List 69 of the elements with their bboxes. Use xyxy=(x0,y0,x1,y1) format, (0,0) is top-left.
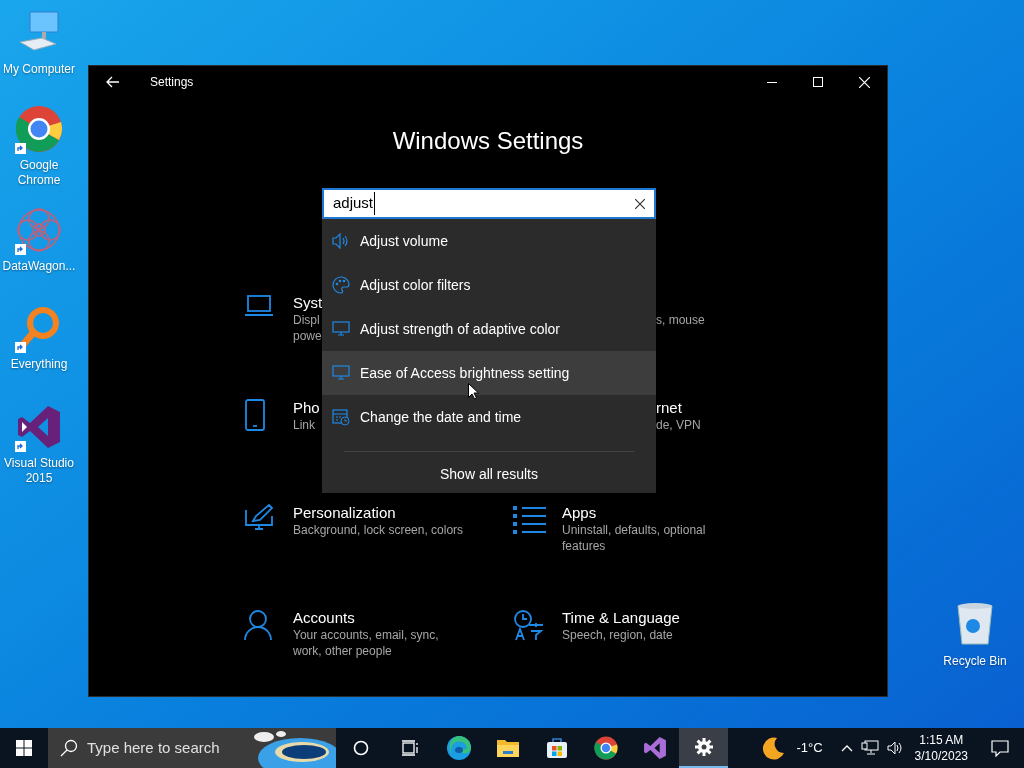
page-heading: Windows Settings xyxy=(392,126,584,156)
suggestion-item[interactable]: Adjust color filters xyxy=(322,263,656,307)
windows-logo-icon xyxy=(16,740,32,756)
window-title: Settings xyxy=(150,74,194,91)
weather-button[interactable]: -1°C xyxy=(754,728,831,768)
settings-icon xyxy=(693,737,714,757)
tile-title[interactable]: Personalization xyxy=(293,502,464,522)
tile-title[interactable]: rnet xyxy=(656,397,701,417)
back-arrow-icon xyxy=(106,76,120,88)
tile-description: Link xyxy=(293,417,316,433)
clock-button[interactable]: 1:15 AM 3/10/2023 xyxy=(906,732,976,764)
tile-title[interactable]: Accounts xyxy=(293,607,439,627)
tile-title[interactable]: Syst xyxy=(293,292,323,312)
palette-icon xyxy=(332,276,350,294)
moon-icon xyxy=(762,736,787,760)
tile-description: features xyxy=(562,538,607,554)
app-list-icon[interactable] xyxy=(513,504,547,534)
circle-icon xyxy=(352,740,369,756)
monitor-icon xyxy=(332,321,350,337)
recycle-bin-icon[interactable] xyxy=(955,602,995,646)
visual-studio-icon xyxy=(642,736,667,760)
minimize-icon xyxy=(767,81,777,83)
chevron-up-icon[interactable] xyxy=(840,744,853,752)
folder-icon xyxy=(495,738,520,758)
edge-icon xyxy=(445,735,472,761)
chrome-icon xyxy=(593,736,618,760)
search-placeholder: Type here to search xyxy=(87,737,220,758)
close-icon xyxy=(858,76,870,88)
clear-icon[interactable] xyxy=(635,198,645,209)
search-field[interactable]: adjust xyxy=(322,188,656,219)
calendar-icon xyxy=(332,408,350,426)
tile-title[interactable]: Pho xyxy=(293,397,320,417)
tile-description: powe xyxy=(293,328,323,344)
network-icon[interactable] xyxy=(860,740,879,756)
speaker-icon xyxy=(332,233,350,249)
paintbrush-icon[interactable] xyxy=(244,504,274,532)
tile-description: Uninstall, defaults, optional xyxy=(562,522,706,538)
suggestion-item[interactable]: Adjust volume xyxy=(322,219,656,263)
tile-description: de, VPN xyxy=(656,417,701,433)
laptop-icon[interactable] xyxy=(244,294,274,318)
monitor-icon xyxy=(332,365,350,381)
flower-pattern-icon[interactable] xyxy=(16,207,62,253)
search-icon xyxy=(60,739,78,757)
chrome-icon[interactable] xyxy=(15,105,63,153)
desktop-icon-label[interactable]: Recycle Bin xyxy=(943,652,1007,670)
tile-description: Displ xyxy=(293,312,321,328)
taskbar-app-button[interactable] xyxy=(679,728,728,768)
tile-description: Speech, region, date xyxy=(562,627,674,643)
task-view-icon xyxy=(400,740,419,756)
clock-language-icon[interactable] xyxy=(513,609,545,641)
visual-studio-icon[interactable] xyxy=(16,404,62,450)
maximize-icon xyxy=(813,77,823,87)
volume-icon[interactable] xyxy=(886,741,903,755)
suggestion-item[interactable]: Change the date and time xyxy=(322,395,656,439)
store-bag-icon xyxy=(544,736,569,760)
suggestion-item[interactable]: Adjust strength of adaptive color xyxy=(322,307,656,351)
tile-description: Your accounts, email, sync, xyxy=(293,627,439,643)
speech-bubble-icon xyxy=(991,739,1009,757)
tile-description: Background, lock screen, colors xyxy=(293,522,464,538)
tile-description: work, other people xyxy=(293,643,393,659)
mouse-cursor-icon xyxy=(468,383,479,400)
tile-title[interactable]: Apps xyxy=(562,502,706,522)
person-icon[interactable] xyxy=(244,609,272,641)
tile-title[interactable]: Time & Language xyxy=(562,607,680,627)
phone-icon[interactable] xyxy=(244,399,266,431)
show-all-results-link[interactable]: Show all results xyxy=(439,464,538,485)
taskbar-search-box[interactable]: Type here to search xyxy=(48,728,336,768)
tile-description: s, mouse xyxy=(656,312,705,328)
search-value: adjust xyxy=(333,192,376,215)
